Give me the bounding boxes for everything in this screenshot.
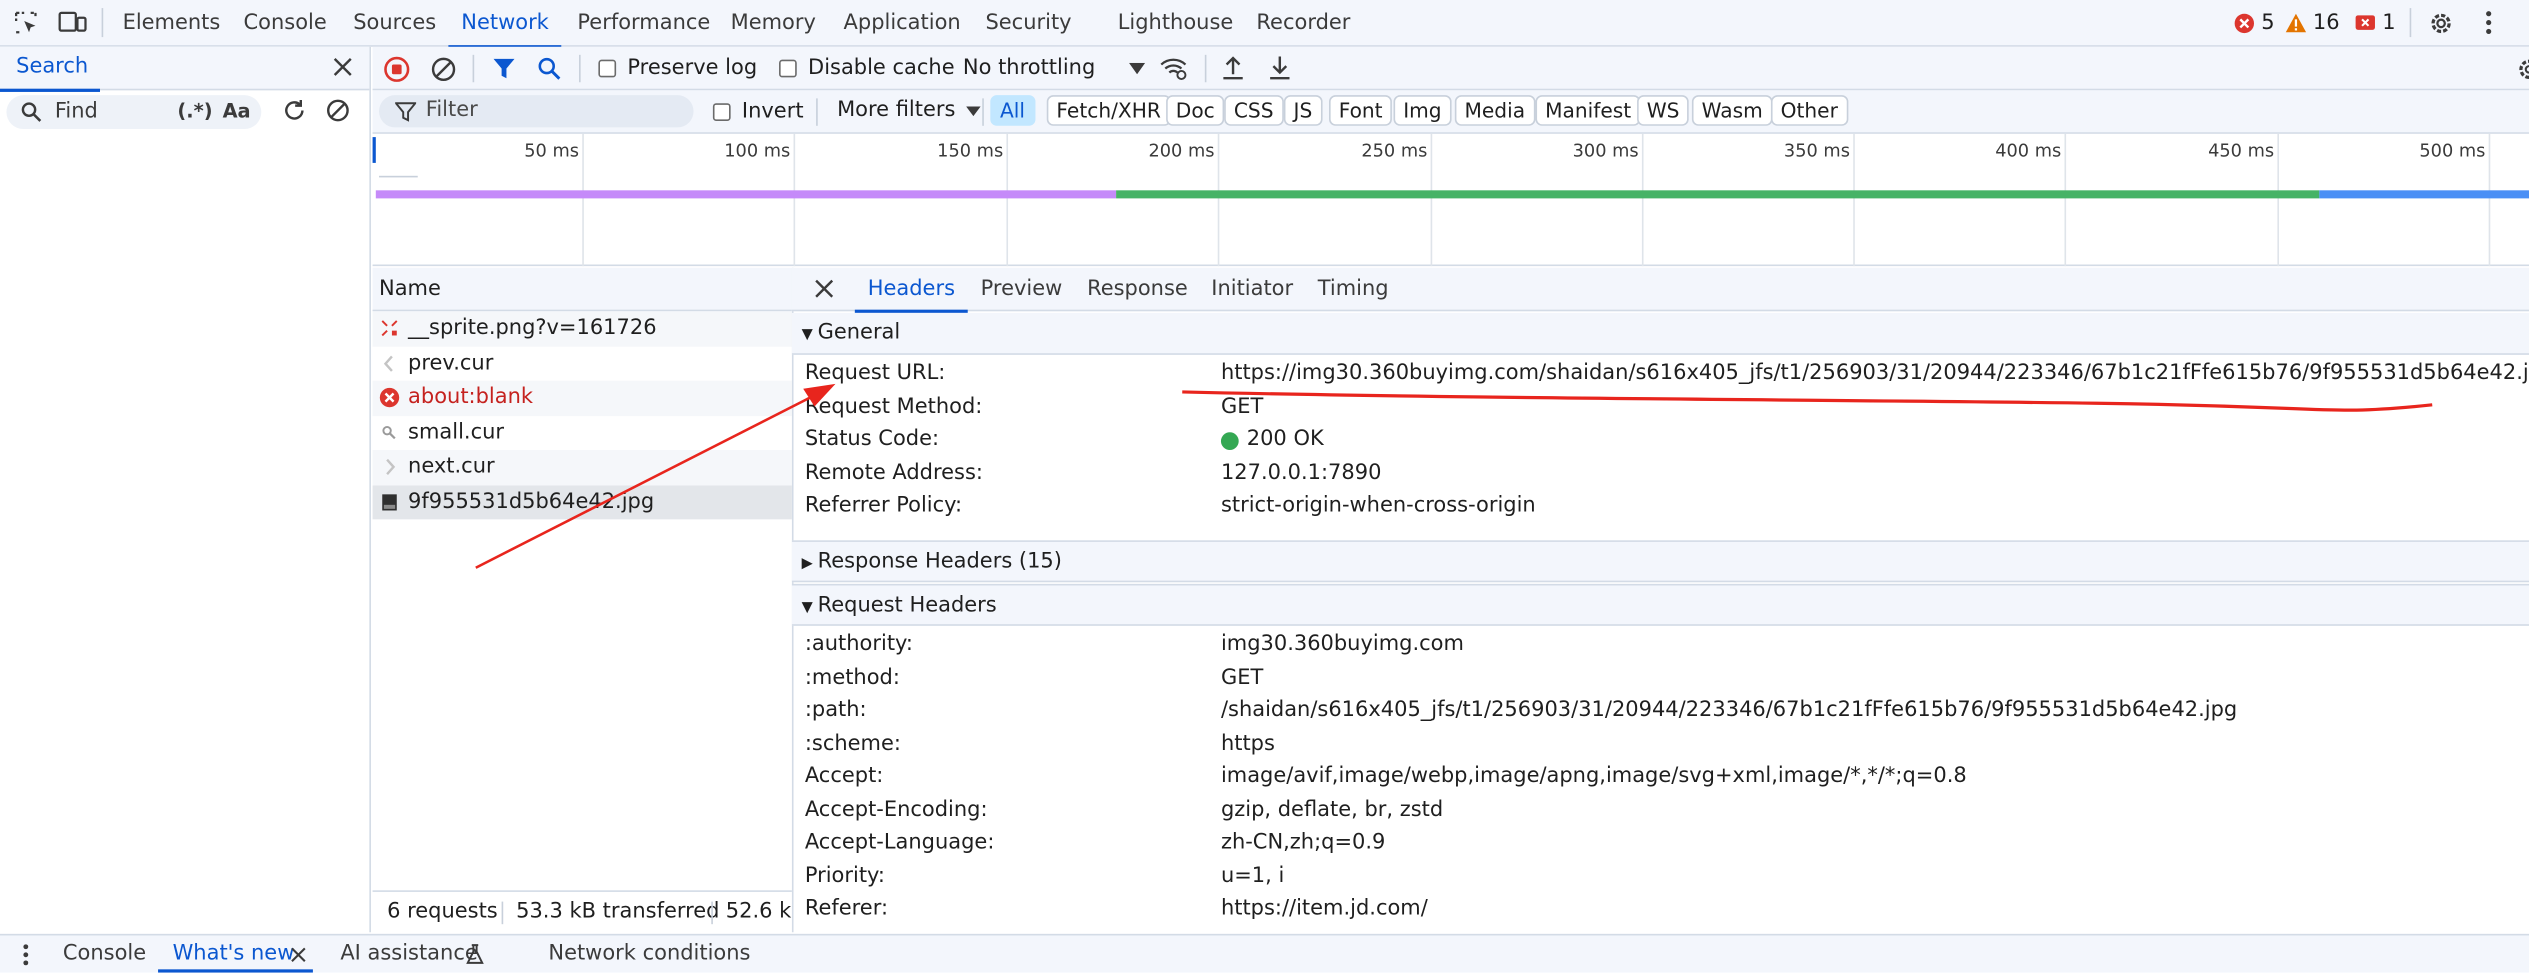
red-underline-annotation <box>1182 390 2433 412</box>
drawer-tab-network-conditions[interactable]: Network conditions <box>548 935 750 973</box>
drawer-tab-bar: Console What's new AI assistance Network… <box>0 933 2529 973</box>
red-arrow-annotation <box>475 385 832 569</box>
drawer-menu-icon[interactable] <box>23 944 29 967</box>
flask-icon <box>466 944 484 965</box>
close-tab-icon[interactable] <box>290 947 306 963</box>
drawer-tab-whats-new[interactable]: What's new <box>173 935 295 973</box>
annotation-overlay <box>475 383 2433 569</box>
drawer-tab-ai-assistance[interactable]: AI assistance <box>340 935 477 973</box>
drawer-tab-console[interactable]: Console <box>63 935 146 973</box>
red-arrow-head-icon <box>803 383 836 407</box>
